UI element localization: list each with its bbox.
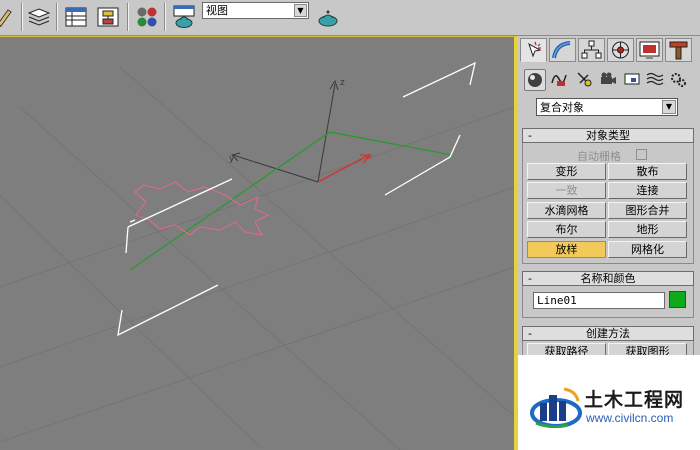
axis-label-x: x	[367, 152, 373, 162]
object-type-rollout-header[interactable]: - 对象类型	[522, 128, 694, 143]
blobmesh-button[interactable]: 水滴网格	[527, 202, 606, 219]
display-tab-icon[interactable]	[636, 38, 663, 62]
viewport-scene[interactable]: z y x	[0, 37, 515, 450]
main-toolbar: 视图 ▼	[0, 0, 700, 36]
toolbar-separator	[164, 3, 166, 31]
shapemerge-button[interactable]: 图形合并	[608, 202, 687, 219]
modify-tab-icon[interactable]	[549, 38, 576, 62]
collapse-icon[interactable]: -	[528, 327, 532, 340]
axis-label-z: z	[340, 78, 345, 88]
world-axis-tripod	[231, 79, 339, 183]
creation-method-rollout-header[interactable]: - 创建方法	[522, 326, 694, 341]
view-dropdown[interactable]: 视图 ▼	[202, 2, 309, 19]
chevron-down-icon[interactable]: ▼	[662, 100, 676, 114]
toolbar-separator	[56, 3, 58, 31]
quick-render-icon[interactable]	[315, 4, 341, 30]
helpers-icon[interactable]	[622, 69, 644, 91]
track-view-icon[interactable]	[63, 4, 89, 30]
object-type-rollout: - 对象类型 自动栅格 变形 散布 一致 连接 水滴网格 图形合并 布尔 地形 …	[522, 128, 694, 264]
perspective-viewport[interactable]: z y x	[0, 37, 515, 450]
name-and-color-rollout: - 名称和颜色 Line01	[522, 271, 694, 318]
create-tab-icon[interactable]	[520, 38, 547, 62]
systems-icon[interactable]	[668, 69, 690, 91]
boolean-button[interactable]: 布尔	[527, 221, 606, 238]
shapes-icon[interactable]	[549, 69, 571, 91]
category-dropdown[interactable]: 复合对象 ▼	[536, 98, 678, 116]
watermark-title: 土木工程网	[584, 389, 685, 411]
autogrid-label: 自动栅格	[577, 150, 621, 163]
layer-icon[interactable]	[26, 4, 52, 30]
hierarchy-tab-icon[interactable]	[578, 38, 605, 62]
toolbar-separator	[21, 3, 23, 31]
utilities-tab-icon[interactable]	[665, 38, 692, 62]
object-name-field[interactable]: Line01	[533, 292, 665, 309]
viewport-active-border	[514, 37, 517, 450]
schematic-view-icon[interactable]	[95, 4, 121, 30]
morph-button[interactable]: 变形	[527, 163, 606, 180]
category-dropdown-value: 复合对象	[540, 101, 584, 114]
curve-edit-icon[interactable]	[0, 4, 20, 30]
ground-grid	[0, 66, 515, 450]
toolbar-separator	[127, 3, 129, 31]
view-dropdown-value: 视图	[206, 4, 228, 17]
name-and-color-rollout-header[interactable]: - 名称和颜色	[522, 271, 694, 286]
selection-brackets	[117, 61, 476, 337]
creation-method-title: 创建方法	[586, 327, 630, 340]
name-and-color-title: 名称和颜色	[580, 272, 636, 285]
watermark: 土木工程网 www.civilcn.com	[518, 355, 700, 450]
axis-label-y-world: y	[229, 154, 235, 164]
object-type-title: 对象类型	[586, 129, 630, 142]
mesher-button[interactable]: 网格化	[608, 241, 687, 258]
creation-method-rollout: - 创建方法 获取路径 获取图形	[522, 326, 694, 360]
x-axis-line	[317, 155, 368, 183]
connect-button[interactable]: 连接	[608, 182, 687, 199]
conform-button[interactable]: 一致	[527, 182, 606, 199]
star-shape-section[interactable]	[134, 181, 270, 236]
motion-tab-icon[interactable]	[607, 38, 634, 62]
civilcn-logo	[530, 387, 582, 429]
cameras-icon[interactable]	[598, 69, 620, 91]
object-color-swatch[interactable]	[669, 291, 686, 308]
collapse-icon[interactable]: -	[528, 272, 532, 285]
autogrid-checkbox[interactable]	[636, 149, 647, 160]
scatter-button[interactable]: 散布	[608, 163, 687, 180]
lights-icon[interactable]	[574, 69, 596, 91]
material-editor-icon[interactable]	[134, 4, 160, 30]
terrain-button[interactable]: 地形	[608, 221, 687, 238]
space-warps-icon[interactable]	[645, 69, 667, 91]
geometry-icon[interactable]	[524, 69, 546, 91]
collapse-icon[interactable]: -	[528, 129, 532, 142]
chevron-down-icon[interactable]: ▼	[294, 4, 307, 17]
render-setup-icon[interactable]	[171, 4, 197, 30]
watermark-url: www.civilcn.com	[586, 411, 674, 425]
loft-button[interactable]: 放样	[527, 241, 606, 258]
